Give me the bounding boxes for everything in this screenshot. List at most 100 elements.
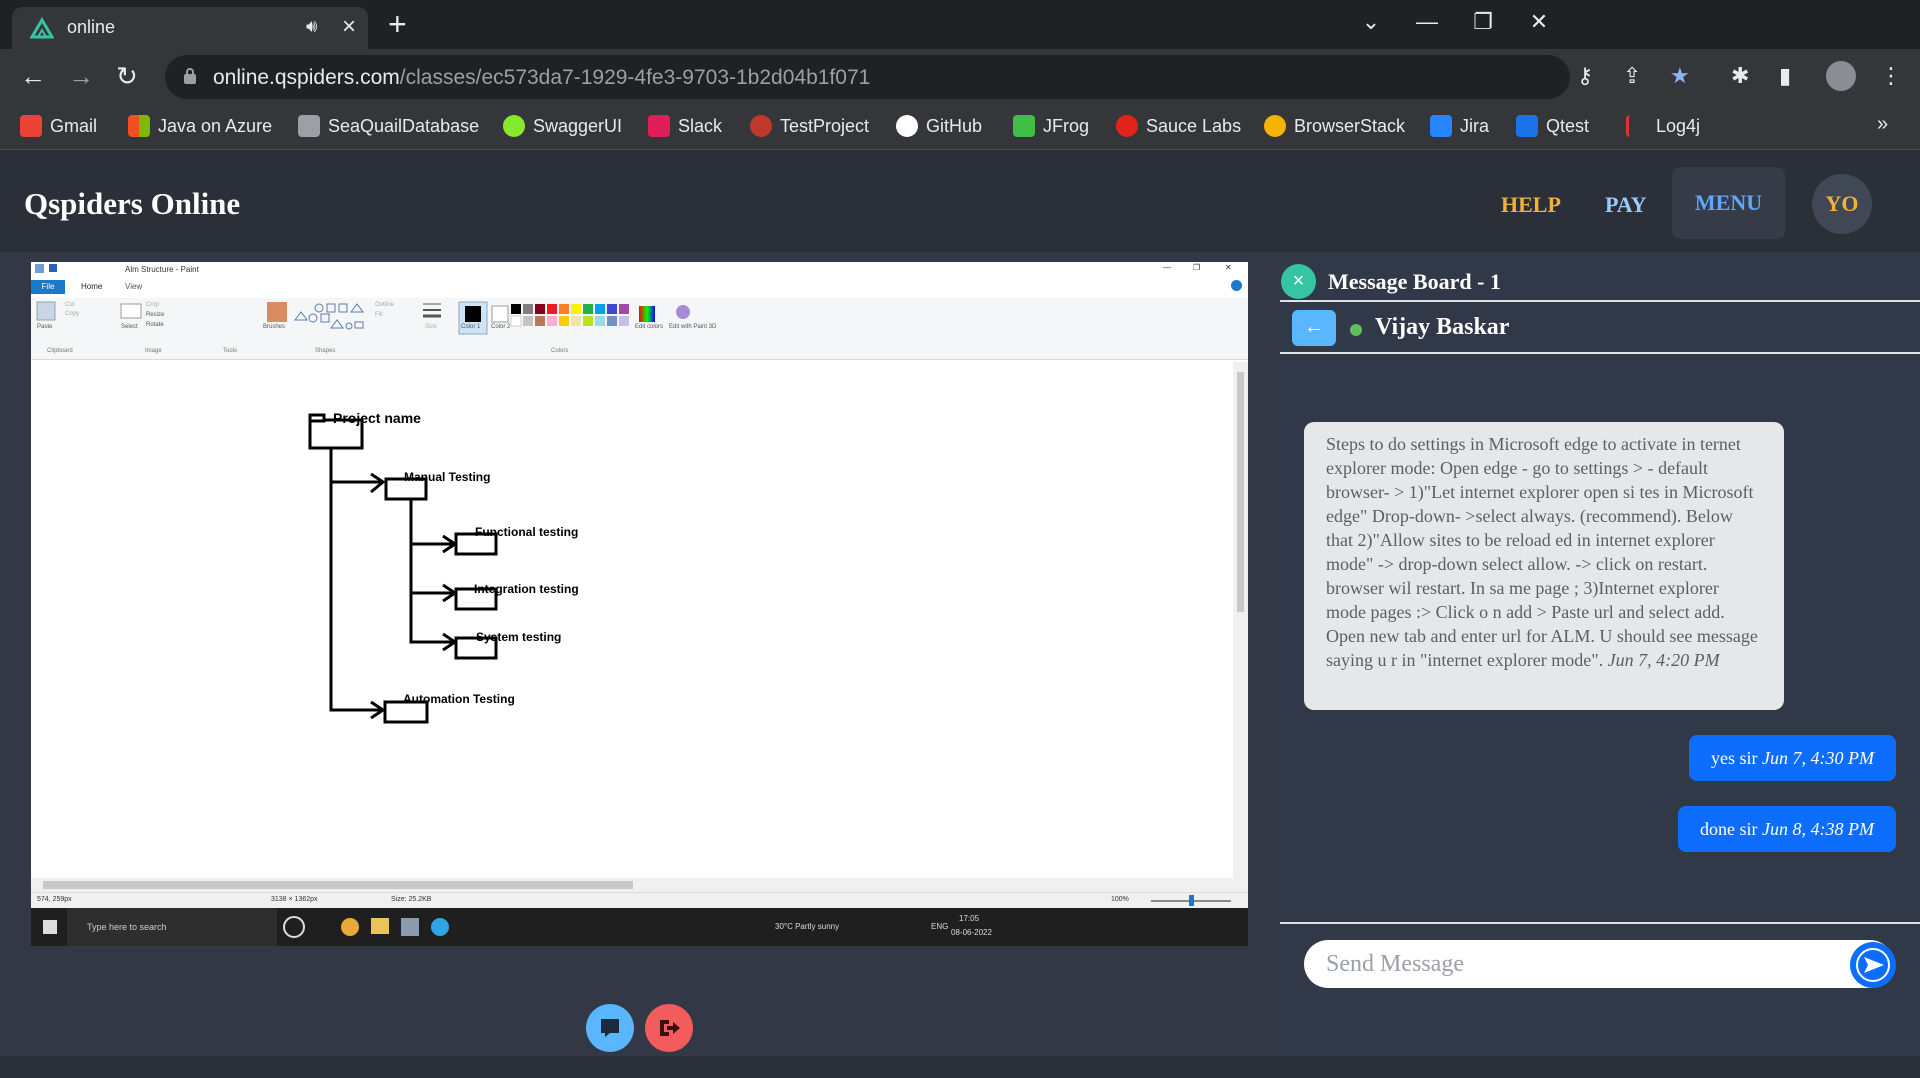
message-timestamp: Jun 8, 4:38 PM [1762,819,1874,839]
paint-size-label: Size [425,324,437,330]
bookmark-label: SwaggerUI [533,115,623,136]
paint-rotate-label: Rotate [146,322,164,328]
browser-tab[interactable]: online 🔊︎ × [12,7,368,49]
send-arrow-icon [1856,948,1890,982]
edge-taskbar-icon [431,918,449,936]
paint-brushes-label: Brushes [263,324,286,330]
side-panel-icon[interactable]: ▮ [1779,63,1791,89]
profile-avatar[interactable] [1826,61,1856,91]
brushes-icon [267,302,287,322]
extensions-icon[interactable]: ✱ [1731,63,1749,89]
tree-automation-label: Automation Testing [403,692,515,706]
bookmark-saucelabs[interactable]: Sauce Labs [1116,115,1241,141]
bookmark-jira[interactable]: Jira [1430,115,1489,141]
bookmark-label: Slack [678,115,723,136]
message-text: done sir [1700,819,1758,839]
taskbar-time: 17:05 [959,914,980,923]
saucelabs-icon [1116,115,1138,138]
paint-home-tab: Home [81,282,103,291]
bookmark-label: JFrog [1043,115,1090,136]
paint-outline-label: Outline [375,302,395,308]
bookmark-browserstack[interactable]: BrowserStack [1264,115,1405,141]
chrome-menu-icon[interactable]: ⋮ [1880,63,1902,89]
reload-icon[interactable]: ↻ [116,61,138,92]
send-message-input[interactable] [1326,948,1826,980]
tree-integration-label: Integration testing [474,582,579,596]
call-controls [0,994,1280,1056]
bookmark-slack[interactable]: Slack [648,115,722,141]
save-icon [49,264,57,272]
bookmark-log4j[interactable]: Log4j [1626,115,1700,141]
user-avatar[interactable]: YO [1812,174,1872,234]
back-arrow-icon[interactable]: ← [1292,310,1336,346]
bookmark-java-on-azure[interactable]: Java on Azure [128,115,272,141]
paint-group-colors: Colors [551,348,569,354]
bookmark-testproject[interactable]: TestProject [750,115,869,141]
windows-start-icon [43,920,57,934]
bookmark-jfrog[interactable]: JFrog [1013,115,1089,141]
bookmark-gmail[interactable]: Gmail [20,115,97,141]
paint-hscroll-thumb [43,881,633,889]
chat-toggle-button[interactable] [586,1004,634,1052]
bookmark-swagger[interactable]: SwaggerUI [503,115,622,141]
jira-icon [1430,115,1452,138]
paint-vscroll [1233,362,1248,878]
paint-zoom: 100% [1111,896,1129,903]
menu-button[interactable]: MENU [1672,167,1785,239]
alm-tree-diagram [308,413,498,724]
github-icon [896,115,918,138]
paint-edit-colors-label: Edit colors [635,324,664,330]
color1-swatch [465,306,481,322]
bookmark-label: TestProject [780,115,870,136]
swagger-icon [503,115,525,138]
composer-divider [1280,922,1920,924]
taskbar-weather: 30°C Partly sunny [775,922,840,931]
paint-zoom-thumb [1189,895,1194,906]
new-tab-button[interactable]: + [388,6,407,43]
bookmark-qtest[interactable]: Qtest [1516,115,1589,141]
message-text: Steps to do settings in Microsoft edge t… [1326,434,1758,670]
tab-title: online [67,17,116,37]
back-icon[interactable]: ← [20,61,46,92]
bookmark-github[interactable]: GitHub [896,115,982,141]
taskbar-lang: ENG [931,922,949,931]
close-window-button[interactable]: ✕ [1504,0,1574,44]
help-link[interactable]: HELP [1501,192,1561,218]
address-bar[interactable]: online.qspiders.com/classes/ec573da7-192… [165,55,1570,99]
speaker-icon[interactable]: 🔊︎ [306,16,317,37]
leave-class-button[interactable] [645,1004,693,1052]
message-board-title: Message Board - 1 [1328,269,1501,294]
jfrog-icon [1013,115,1035,138]
share-icon[interactable]: ⇪ [1623,63,1641,89]
paint-color2-label: Color 2 [491,324,511,330]
qtest-icon [1516,115,1538,138]
paint-ribbon: Paste Cut Copy Select Crop Resize Rotate… [31,298,1248,360]
bookmark-star-icon[interactable]: ★ [1670,63,1690,89]
key-icon[interactable]: ⚷ [1577,63,1593,89]
message-composer [1304,940,1896,988]
slack-icon [648,115,670,138]
close-tab-icon[interactable]: × [342,13,356,41]
chat-bubble-icon [601,1019,619,1037]
color2-swatch [491,305,509,323]
video-stage: Alm Structure - Paint — ❐ ✕ File Home Vi… [0,252,1280,994]
paint-dimensions: 3138 × 1362px [271,896,318,903]
tree-functional-label: Functional testing [475,525,579,539]
send-button[interactable] [1850,942,1896,988]
message-timestamp: Jun 7, 4:30 PM [1762,748,1874,768]
pay-link[interactable]: PAY [1605,192,1647,218]
bookmark-seaquail[interactable]: SeaQuailDatabase [298,115,479,141]
paint3d-icon [676,305,690,319]
paint-restore-icon: ❐ [1193,263,1201,272]
testproject-icon [750,115,772,138]
bookmark-label: Qtest [1546,115,1590,136]
paint-group-image: Image [145,348,162,354]
app-header: Qspiders Online HELP PAY MENU YO [0,150,1920,252]
tree-root-label: Project name [333,410,421,426]
paint-resize-label: Resize [146,312,165,318]
close-chat-icon[interactable]: × [1281,264,1316,299]
more-bookmarks-button[interactable]: » [1877,113,1888,139]
paint-minimize-icon: — [1163,263,1171,272]
brand-title[interactable]: Qspiders Online [24,186,240,222]
forward-icon[interactable]: → [68,61,94,92]
